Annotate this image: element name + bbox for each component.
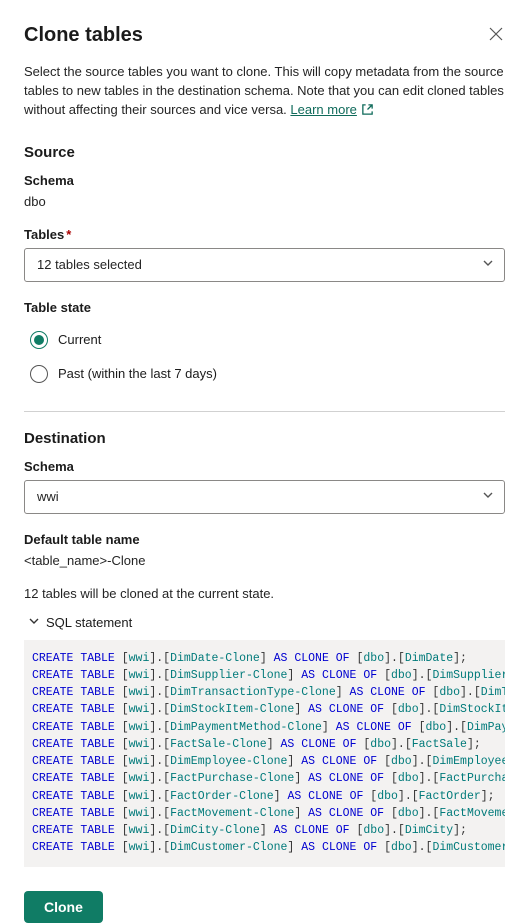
source-tables-label: Tables* [24,227,505,242]
learn-more-link[interactable]: Learn more [290,102,373,117]
sql-statement-box[interactable]: CREATE TABLE [wwi].[DimDate-Clone] AS CL… [24,640,505,867]
close-icon[interactable] [487,24,505,46]
sql-line: CREATE TABLE [wwi].[DimSupplier-Clone] A… [32,667,497,684]
default-name-label: Default table name [24,532,505,547]
section-divider [24,411,505,412]
sql-line: CREATE TABLE [wwi].[DimCustomer-Clone] A… [32,839,497,856]
source-schema-value: dbo [24,194,505,209]
sql-line: CREATE TABLE [wwi].[DimDate-Clone] AS CL… [32,650,497,667]
page-title: Clone tables [24,24,143,47]
chevron-down-icon [28,615,40,630]
learn-more-label: Learn more [290,102,356,117]
sql-line: CREATE TABLE [wwi].[FactSale-Clone] AS C… [32,736,497,753]
sql-line: CREATE TABLE [wwi].[FactPurchase-Clone] … [32,770,497,787]
table-state-label: Table state [24,300,505,315]
radio-past-label: Past (within the last 7 days) [58,366,217,381]
summary-line: 12 tables will be cloned at the current … [24,586,505,601]
table-state-radio-group: Current Past (within the last 7 days) [24,325,505,393]
sql-line: CREATE TABLE [wwi].[DimCity-Clone] AS CL… [32,822,497,839]
dest-schema-label: Schema [24,459,505,474]
radio-current-label: Current [58,332,101,347]
radio-button-selected-icon [30,331,48,349]
sql-line: CREATE TABLE [wwi].[DimStockItem-Clone] … [32,701,497,718]
radio-past[interactable]: Past (within the last 7 days) [24,359,505,393]
source-schema-label: Schema [24,173,505,188]
chevron-down-icon [482,489,494,504]
external-link-icon [361,103,374,122]
chevron-down-icon [482,257,494,272]
intro-body: Select the source tables you want to clo… [24,64,504,117]
sql-toggle-label: SQL statement [46,615,132,630]
radio-button-unselected-icon [30,365,48,383]
intro-text: Select the source tables you want to clo… [24,63,505,122]
destination-heading: Destination [24,430,505,447]
tables-dropdown[interactable]: 12 tables selected [24,248,505,282]
default-name-value: <table_name>-Clone [24,553,505,568]
clone-button[interactable]: Clone [24,891,103,923]
sql-line: CREATE TABLE [wwi].[FactMovement-Clone] … [32,805,497,822]
tables-dropdown-value: 12 tables selected [37,257,142,272]
required-star: * [66,227,71,242]
sql-line: CREATE TABLE [wwi].[DimPaymentMethod-Clo… [32,719,497,736]
radio-current[interactable]: Current [24,325,505,359]
sql-line: CREATE TABLE [wwi].[DimEmployee-Clone] A… [32,753,497,770]
tables-label-text: Tables [24,227,64,242]
sql-line: CREATE TABLE [wwi].[FactOrder-Clone] AS … [32,788,497,805]
sql-statement-toggle[interactable]: SQL statement [24,615,505,630]
dest-schema-value: wwi [37,489,59,504]
sql-line: CREATE TABLE [wwi].[DimTransactionType-C… [32,684,497,701]
dest-schema-dropdown[interactable]: wwi [24,480,505,514]
source-heading: Source [24,144,505,161]
